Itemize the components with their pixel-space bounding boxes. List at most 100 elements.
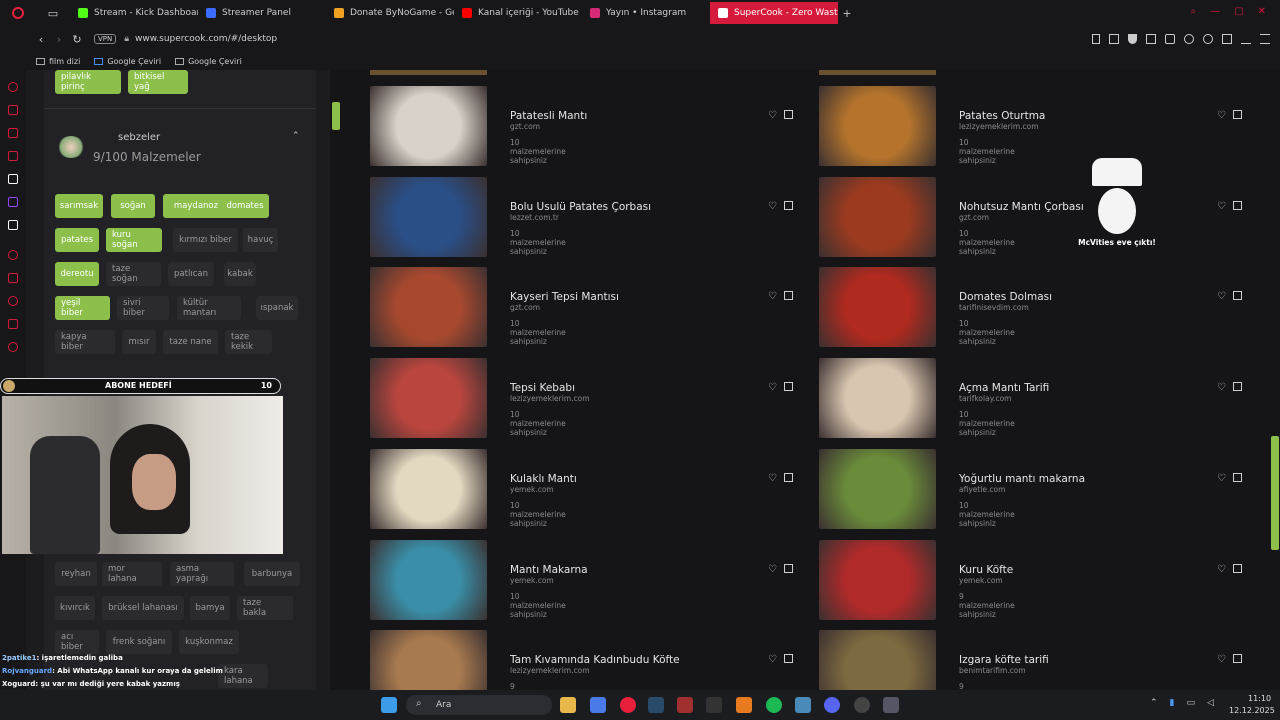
ingredient-chip[interactable]: kuşkonmaz: [179, 630, 239, 654]
favorite-heart-icon[interactable]: ♡: [1217, 654, 1226, 665]
recipe-image[interactable]: [819, 176, 936, 257]
mic-icon[interactable]: ▮: [1170, 698, 1175, 708]
recipe-image[interactable]: [819, 267, 936, 348]
ingredient-chip[interactable]: domates: [221, 194, 269, 218]
recipe-title[interactable]: Patatesli Mantı: [510, 110, 587, 122]
ingredient-chip[interactable]: patlıcan: [168, 262, 214, 286]
ingredient-chip[interactable]: havuç: [243, 228, 278, 252]
open-external-icon[interactable]: [1233, 563, 1242, 573]
store-icon[interactable]: [590, 697, 606, 713]
new-tab-button[interactable]: +: [838, 7, 856, 20]
ingredient-chip[interactable]: soğan: [111, 194, 155, 218]
browser-tab[interactable]: Streamer Panel: [198, 2, 326, 24]
forward-button[interactable]: ›: [50, 33, 68, 46]
ingredient-chip[interactable]: bitkisel yağ: [128, 70, 188, 94]
favorite-heart-icon[interactable]: ♡: [1217, 382, 1226, 393]
ingredient-chip[interactable]: kültür mantarı: [177, 296, 241, 320]
ingredient-chip[interactable]: patates: [55, 228, 99, 252]
open-external-icon[interactable]: [784, 382, 793, 392]
open-external-icon[interactable]: [784, 110, 793, 119]
recipe-title[interactable]: Domates Dolması: [959, 291, 1052, 303]
ingredient-chip[interactable]: kapya biber: [55, 330, 115, 354]
open-external-icon[interactable]: [1233, 472, 1242, 482]
ingredient-chip[interactable]: sarımsak: [55, 194, 103, 218]
ingredient-chip[interactable]: barbunya: [244, 562, 300, 586]
favorite-heart-icon[interactable]: ♡: [768, 291, 777, 302]
ingredient-chip[interactable]: ıspanak: [256, 296, 298, 320]
tiktok-icon[interactable]: [8, 174, 18, 184]
windows-start-icon[interactable]: [381, 697, 397, 713]
send-icon[interactable]: [1165, 34, 1175, 44]
download-icon[interactable]: [1241, 34, 1251, 44]
vpn-badge[interactable]: VPN: [94, 34, 117, 44]
minimize-button[interactable]: —: [1210, 6, 1220, 17]
browser-tab[interactable]: SuperCook - Zero Waste: [710, 2, 838, 24]
ingredient-chip[interactable]: kabak: [224, 262, 256, 286]
open-external-icon[interactable]: [1233, 654, 1242, 664]
page-scrollbar[interactable]: [1271, 436, 1279, 550]
recipe-title[interactable]: Yoğurtlu mantı makarna: [959, 473, 1085, 485]
shield-icon[interactable]: [1128, 34, 1137, 44]
recipe-title[interactable]: Açma Mantı Tarifi: [959, 382, 1049, 394]
browser-tab[interactable]: Kanal içeriği - YouTube S: [454, 2, 582, 24]
workspaces-icon[interactable]: ▭: [36, 7, 70, 20]
favorite-heart-icon[interactable]: ♡: [1217, 291, 1226, 302]
instagram-icon[interactable]: [8, 151, 18, 161]
search-tabs-icon[interactable]: ⌕: [1191, 6, 1197, 17]
recipe-title[interactable]: Tam Kıvamında Kadınbudu Köfte: [510, 654, 680, 666]
recipe-image[interactable]: [370, 539, 487, 620]
favorite-heart-icon[interactable]: ♡: [768, 564, 777, 575]
recipe-title[interactable]: Mantı Makarna: [510, 564, 588, 576]
maximize-button[interactable]: ▢: [1234, 6, 1243, 17]
open-external-icon[interactable]: [1233, 291, 1242, 301]
recipe-image[interactable]: [370, 358, 487, 439]
translate-icon[interactable]: [1146, 34, 1156, 44]
ingredient-chip[interactable]: reyhan: [55, 562, 97, 586]
ingredient-chip[interactable]: kıvırcık: [55, 596, 95, 620]
favorite-heart-icon[interactable]: ♡: [1217, 473, 1226, 484]
recipe-image[interactable]: [819, 86, 936, 166]
shopping-icon[interactable]: [8, 105, 18, 115]
recipe-image[interactable]: [819, 539, 936, 620]
settings-icon[interactable]: [8, 342, 18, 352]
ingredient-chip[interactable]: frenk soğanı: [106, 630, 172, 654]
open-external-icon[interactable]: [1233, 200, 1242, 210]
favorite-heart-icon[interactable]: ♡: [768, 473, 777, 484]
steam-icon[interactable]: [648, 697, 664, 713]
favorite-heart-icon[interactable]: ♡: [768, 201, 777, 212]
twitch-icon[interactable]: [8, 197, 18, 207]
recipe-title[interactable]: Bolu Usulü Patates Çorbası: [510, 201, 651, 213]
app-icon[interactable]: [795, 697, 811, 713]
ingredient-chip[interactable]: taze nane: [163, 330, 218, 354]
heart-icon[interactable]: [1203, 34, 1213, 44]
reload-button[interactable]: ↻: [68, 33, 86, 46]
bookmark-item[interactable]: film dizi: [36, 57, 80, 66]
ingredient-chip[interactable]: bamya: [190, 596, 230, 620]
recipe-image[interactable]: [819, 448, 936, 529]
recipe-image[interactable]: [370, 176, 487, 257]
bookmark-icon[interactable]: [1092, 34, 1100, 44]
app2-icon[interactable]: [883, 697, 899, 713]
snapshot-icon[interactable]: [1109, 34, 1119, 44]
tray-chevron-icon[interactable]: ⌃: [1150, 698, 1158, 708]
ingredient-chip[interactable]: taze soğan: [106, 262, 161, 286]
recipe-title[interactable]: Tepsi Kebabı: [510, 382, 575, 394]
browser-tab[interactable]: Yayın • Instagram: [582, 2, 710, 24]
recipe-image[interactable]: [819, 630, 936, 690]
volume-icon[interactable]: ◁: [1207, 698, 1214, 708]
clock-time[interactable]: 11:10: [1248, 694, 1271, 703]
messenger-icon[interactable]: [8, 128, 18, 138]
bookmark-item[interactable]: Google Çeviri: [94, 57, 161, 66]
ingredient-chip[interactable]: sivri biber: [117, 296, 169, 320]
ingredient-chip[interactable]: taze kekik: [225, 330, 272, 354]
browser-tab[interactable]: Donate ByNoGame - Gek: [326, 2, 454, 24]
menu-icon[interactable]: [1260, 34, 1270, 44]
favorite-heart-icon[interactable]: ♡: [1217, 110, 1226, 121]
recipe-title[interactable]: Kulaklı Mantı: [510, 473, 577, 485]
editor-icon[interactable]: [736, 697, 752, 713]
favorites-icon[interactable]: [8, 273, 18, 283]
favorite-heart-icon[interactable]: ♡: [1217, 201, 1226, 212]
ingredient-chip[interactable]: maydanoz: [163, 194, 229, 218]
ingredient-chip[interactable]: dereotu: [55, 262, 99, 286]
opera-taskbar-icon[interactable]: [620, 697, 636, 713]
